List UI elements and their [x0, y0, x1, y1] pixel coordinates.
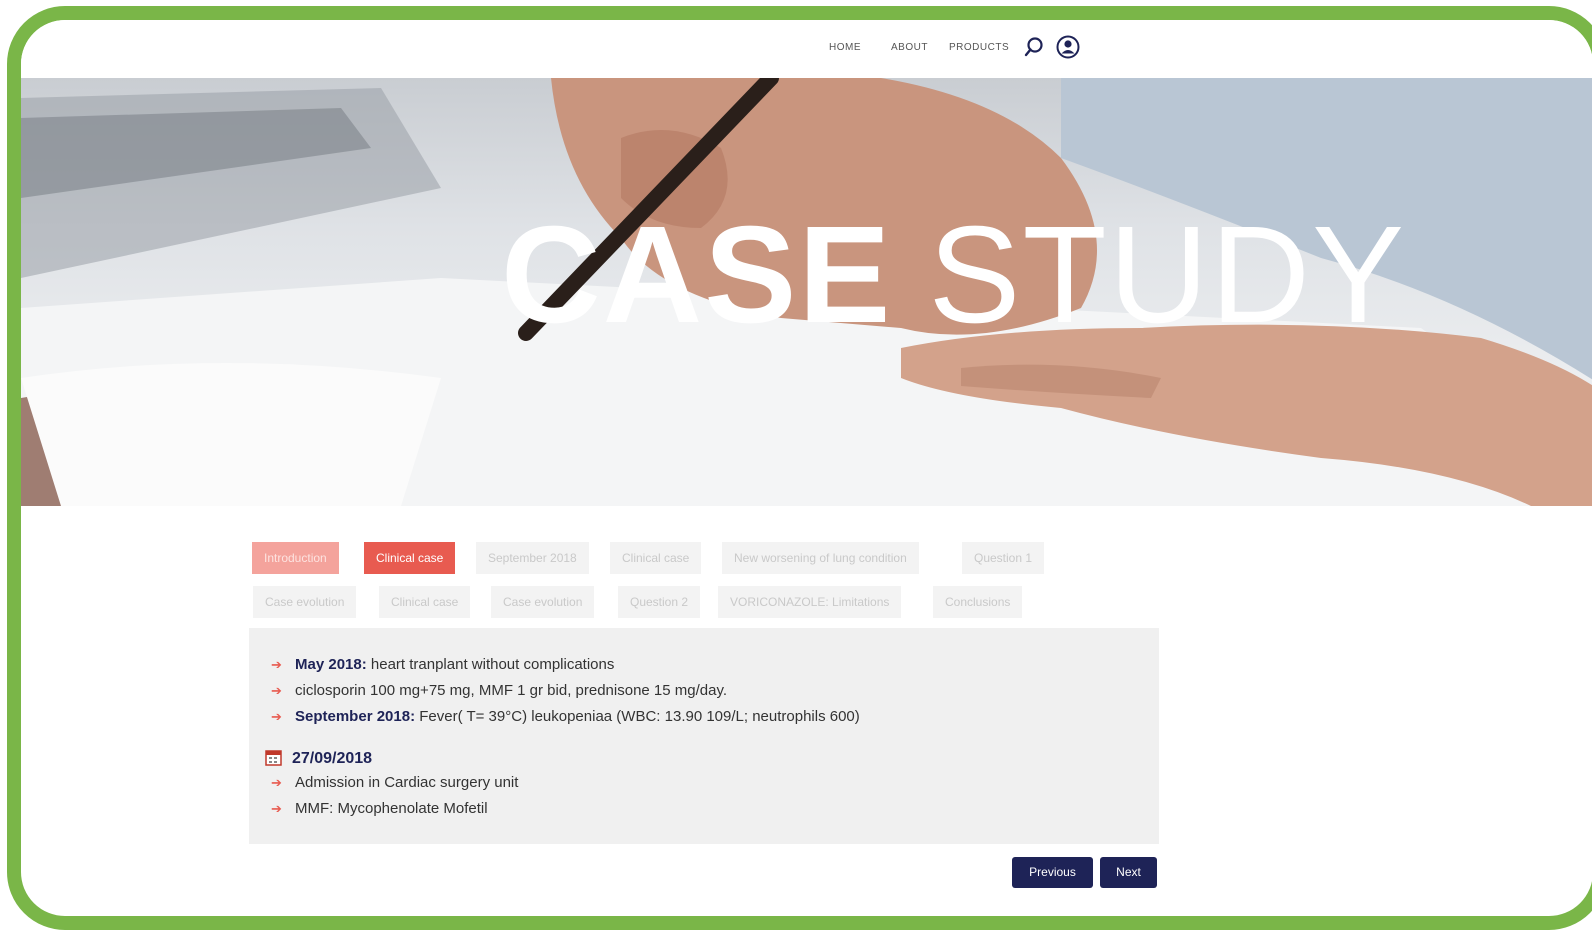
content-panel: ➔ May 2018: heart tranplant without compl…	[249, 628, 1159, 844]
list-item: ➔ ciclosporin 100 mg+75 mg, MMF 1 gr bid,…	[271, 682, 728, 699]
tab-case-evolution-2[interactable]: Case evolution	[491, 586, 595, 618]
list-item: ➔ MMF: Mycophenolate Mofetil	[271, 800, 488, 817]
list-item: ➔ Admission in Cardiac surgery unit	[271, 774, 519, 791]
list-item: ➔ September 2018: Fever( T= 39°C) leukope…	[271, 708, 860, 725]
nav-home-link[interactable]: HOME	[829, 42, 861, 53]
previous-button[interactable]: Previous	[1012, 857, 1093, 888]
search-icon[interactable]	[1023, 36, 1045, 58]
tab-question-2[interactable]: Question 2	[618, 586, 701, 618]
arrow-right-icon: ➔	[271, 709, 282, 724]
nav-products-link[interactable]: PRODUCTS	[949, 42, 1009, 53]
device-frame: HOME ABOUT PRODUCTS CASE STUDY Introduct…	[7, 6, 1592, 930]
arrow-right-icon: ➔	[271, 657, 282, 672]
arrow-right-icon: ➔	[271, 801, 282, 816]
list-item: ➔ May 2018: heart tranplant without compl…	[271, 656, 615, 673]
tab-new-worsening[interactable]: New worsening of lung condition	[722, 542, 919, 574]
tab-clinical-case[interactable]: Clinical case	[364, 542, 456, 574]
top-navigation: HOME ABOUT PRODUCTS	[21, 20, 1592, 78]
tab-voriconazole-limitations[interactable]: VORICONAZOLE: Limitations	[718, 586, 902, 618]
arrow-right-icon: ➔	[271, 683, 282, 698]
next-button[interactable]: Next	[1100, 857, 1157, 888]
arrow-right-icon: ➔	[271, 775, 282, 790]
hero-title: CASE STUDY	[501, 206, 1406, 344]
hero-banner: CASE STUDY	[21, 78, 1592, 506]
tab-clinical-case-3[interactable]: Clinical case	[379, 586, 471, 618]
tab-clinical-case-2[interactable]: Clinical case	[610, 542, 702, 574]
calendar-icon	[265, 750, 282, 766]
tab-case-evolution[interactable]: Case evolution	[253, 586, 357, 618]
user-account-icon[interactable]	[1056, 35, 1080, 59]
nav-about-link[interactable]: ABOUT	[891, 42, 928, 53]
hero-title-bold: CASE	[501, 198, 893, 352]
tab-conclusions[interactable]: Conclusions	[933, 586, 1023, 618]
tab-introduction[interactable]: Introduction	[252, 542, 339, 574]
hero-title-light: STUDY	[928, 198, 1407, 352]
tab-september-2018[interactable]: September 2018	[476, 542, 589, 574]
date-heading: 27/09/2018	[265, 749, 372, 768]
tab-question-1[interactable]: Question 1	[962, 542, 1045, 574]
